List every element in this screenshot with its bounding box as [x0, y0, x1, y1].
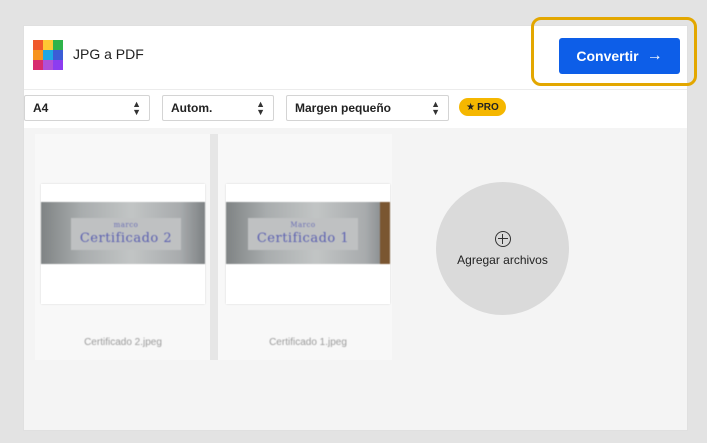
app-title: JPG a PDF	[73, 46, 144, 62]
add-files-button[interactable]: Agregar archivos	[436, 182, 569, 315]
file-name: Certificado 1.jpeg	[269, 337, 347, 348]
sort-updown-icon: ▲ ▼	[132, 99, 141, 117]
page-size-value: A4	[33, 101, 49, 115]
convert-highlight-frame	[531, 17, 697, 86]
sort-updown-icon: ▲ ▼	[431, 99, 440, 117]
photo-edge	[380, 202, 390, 264]
star-icon: ★	[466, 101, 476, 113]
sort-updown-icon: ▲ ▼	[256, 99, 265, 117]
page-preview-image: Marco Certificado 1	[226, 202, 390, 264]
certificate-note: Marco Certificado 1	[248, 218, 358, 250]
certificate-note: marco Certificado 2	[71, 218, 181, 250]
page-preview-image: marco Certificado 2	[41, 202, 205, 264]
add-files-label: Agregar archivos	[457, 252, 548, 267]
thumbnail-divider	[210, 134, 218, 360]
file-thumbnails: marco Certificado 2 Certificado 2.jpeg M…	[35, 134, 392, 360]
orientation-value: Autom.	[171, 101, 213, 115]
file-thumbnail[interactable]: Marco Certificado 1	[226, 184, 390, 304]
page-size-select[interactable]: A4 ▲ ▼	[24, 95, 150, 121]
margin-value: Margen pequeño	[295, 101, 392, 115]
app-logo-icon	[33, 40, 63, 70]
pro-badge[interactable]: ★ PRO	[459, 98, 506, 116]
pro-label: PRO	[477, 101, 499, 113]
orientation-select[interactable]: Autom. ▲ ▼	[162, 95, 274, 121]
file-thumbnail[interactable]: marco Certificado 2	[41, 184, 205, 304]
file-name: Certificado 2.jpeg	[84, 337, 162, 348]
plus-circle-icon	[494, 230, 511, 247]
options-toolbar: A4 ▲ ▼ Autom. ▲ ▼ Margen pequeño ▲ ▼ ★ PRO	[24, 89, 687, 128]
margin-select[interactable]: Margen pequeño ▲ ▼	[286, 95, 449, 121]
